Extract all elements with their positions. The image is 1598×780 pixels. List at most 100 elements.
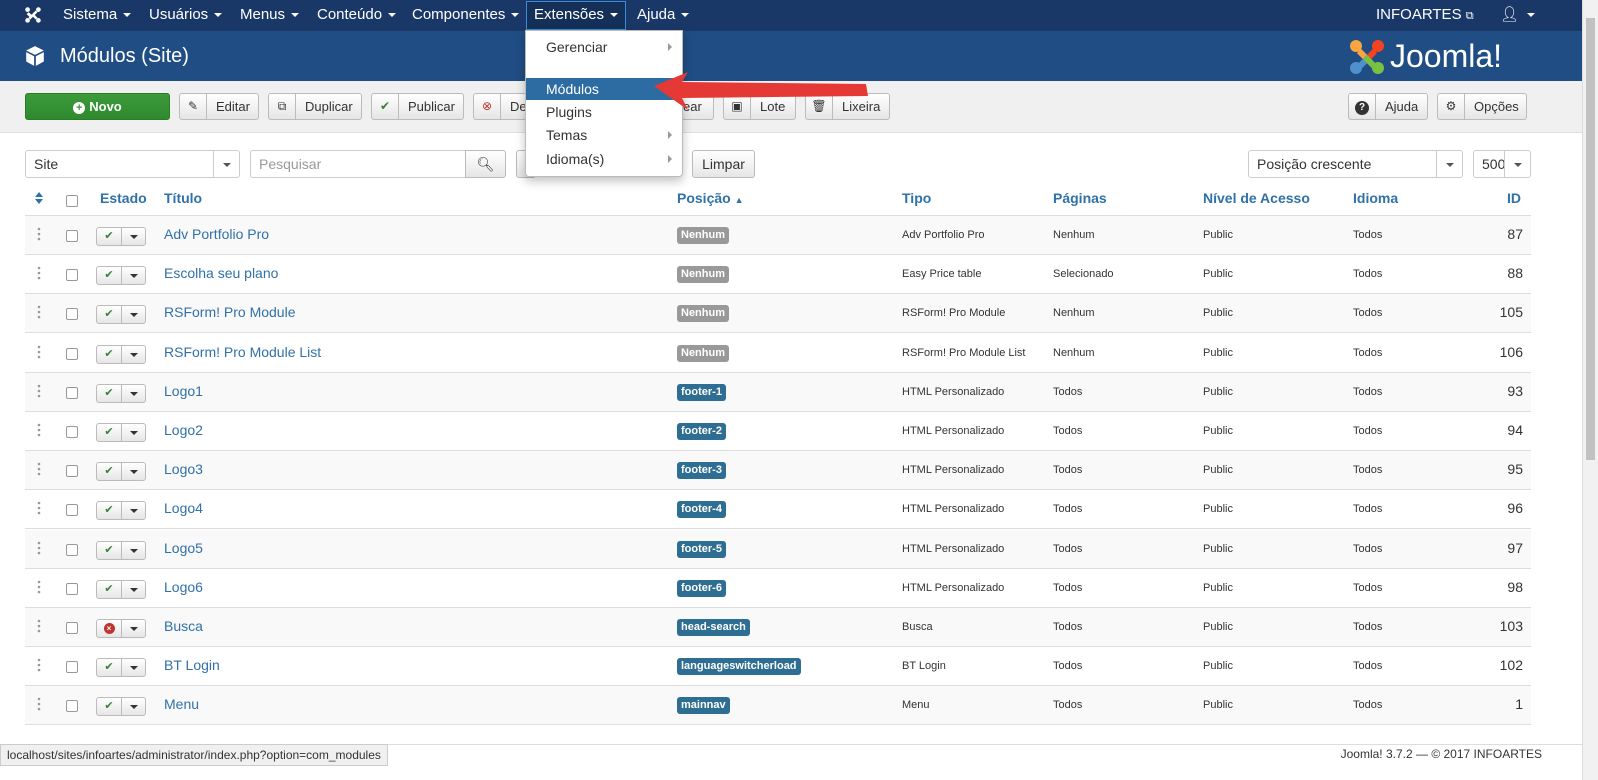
state-toggle[interactable]: ✔	[96, 658, 146, 677]
state-toggle[interactable]: ✔	[96, 266, 146, 285]
vertical-scrollbar[interactable]	[1582, 0, 1598, 780]
state-toggle[interactable]: ✔	[96, 384, 146, 403]
published-check-icon[interactable]: ✔	[97, 346, 122, 363]
caret-down-icon[interactable]	[122, 306, 145, 323]
state-toggle[interactable]: ✔	[96, 541, 146, 560]
row-checkbox[interactable]	[66, 308, 78, 320]
help-button[interactable]: ? Ajuda	[1348, 93, 1428, 120]
caret-down-icon[interactable]	[122, 620, 145, 637]
menu-item-idiomas[interactable]: Idioma(s)	[526, 148, 682, 170]
published-check-icon[interactable]: ✔	[97, 581, 122, 598]
published-check-icon[interactable]: ✔	[97, 698, 122, 715]
select-all-checkbox[interactable]	[66, 195, 78, 207]
module-title-link[interactable]: Menu	[164, 696, 199, 712]
module-title-link[interactable]: Escolha seu plano	[164, 265, 278, 281]
caret-down-icon[interactable]	[122, 659, 145, 676]
drag-handle-icon[interactable]	[37, 697, 43, 713]
row-checkbox[interactable]	[66, 544, 78, 556]
header-access[interactable]: Nível de Acesso	[1203, 190, 1310, 206]
drag-handle-icon[interactable]	[37, 384, 43, 400]
row-checkbox[interactable]	[66, 348, 78, 360]
nav-menus[interactable]: Menus	[240, 0, 300, 31]
menu-item-gerenciar[interactable]: Gerenciar	[526, 36, 682, 58]
new-button[interactable]: + Novo	[25, 93, 170, 120]
state-toggle[interactable]: ✔	[96, 305, 146, 324]
caret-down-icon[interactable]	[122, 385, 145, 402]
options-button[interactable]: ⚙ Opções	[1437, 93, 1527, 120]
drag-handle-icon[interactable]	[37, 462, 43, 478]
drag-handle-icon[interactable]	[37, 305, 43, 321]
drag-handle-icon[interactable]	[37, 423, 43, 439]
published-check-icon[interactable]: ✔	[97, 424, 122, 441]
state-toggle[interactable]: ✔	[96, 501, 146, 520]
header-id[interactable]: ID	[1507, 190, 1521, 206]
published-check-icon[interactable]: ✔	[97, 385, 122, 402]
row-checkbox[interactable]	[66, 426, 78, 438]
drag-handle-icon[interactable]	[37, 501, 43, 517]
header-type[interactable]: Tipo	[902, 190, 931, 206]
published-check-icon[interactable]: ✔	[97, 306, 122, 323]
search-button[interactable]: 🔍︎	[465, 150, 506, 178]
published-check-icon[interactable]: ✔	[97, 502, 122, 519]
state-toggle[interactable]: ×	[96, 619, 146, 638]
module-title-link[interactable]: Logo4	[164, 500, 203, 516]
sort-icon[interactable]	[34, 191, 44, 207]
menu-item-temas[interactable]: Temas	[526, 124, 682, 146]
edit-button[interactable]: ✎ Editar	[179, 93, 259, 120]
publish-button[interactable]: ✔ Publicar	[371, 93, 464, 120]
header-position[interactable]: Posição ▲	[677, 190, 744, 206]
caret-down-icon[interactable]	[122, 698, 145, 715]
drag-handle-icon[interactable]	[37, 227, 43, 243]
module-title-link[interactable]: Logo3	[164, 461, 203, 477]
site-link[interactable]: INFOARTES ⧉	[1376, 0, 1474, 31]
row-checkbox[interactable]	[66, 387, 78, 399]
module-title-link[interactable]: Logo6	[164, 579, 203, 595]
caret-down-icon[interactable]	[122, 542, 145, 559]
header-language[interactable]: Idioma	[1353, 190, 1398, 206]
nav-extensoes[interactable]: Extensões	[526, 1, 627, 30]
client-select[interactable]: Site	[25, 150, 240, 178]
header-state[interactable]: Estado	[100, 190, 147, 206]
drag-handle-icon[interactable]	[37, 266, 43, 282]
module-title-link[interactable]: RSForm! Pro Module List	[164, 344, 321, 360]
state-toggle[interactable]: ✔	[96, 580, 146, 599]
ordering-select[interactable]: Posição crescente	[1248, 150, 1463, 178]
drag-handle-icon[interactable]	[37, 345, 43, 361]
unpublish-button[interactable]: ⊗ De	[473, 93, 533, 120]
joomla-logo-icon[interactable]	[24, 6, 42, 24]
nav-usuarios[interactable]: Usuários	[149, 0, 223, 31]
state-toggle[interactable]: ✔	[96, 423, 146, 442]
user-menu[interactable]: 👤︎	[1500, 0, 1536, 31]
clear-button[interactable]: Limpar	[692, 150, 755, 178]
limit-select[interactable]: 500	[1473, 150, 1531, 178]
module-title-link[interactable]: BT Login	[164, 657, 220, 673]
scrollbar-thumb[interactable]	[1586, 18, 1595, 460]
row-checkbox[interactable]	[66, 504, 78, 516]
state-toggle[interactable]: ✔	[96, 345, 146, 364]
drag-handle-icon[interactable]	[37, 658, 43, 674]
search-input[interactable]: Pesquisar	[250, 150, 466, 178]
row-checkbox[interactable]	[66, 661, 78, 673]
module-title-link[interactable]: RSForm! Pro Module	[164, 304, 295, 320]
module-title-link[interactable]: Logo1	[164, 383, 203, 399]
published-check-icon[interactable]: ✔	[97, 228, 122, 245]
nav-componentes[interactable]: Componentes	[412, 0, 520, 31]
caret-down-icon[interactable]	[122, 424, 145, 441]
caret-down-icon[interactable]	[122, 581, 145, 598]
published-check-icon[interactable]: ✔	[97, 463, 122, 480]
module-title-link[interactable]: Busca	[164, 618, 203, 634]
published-check-icon[interactable]: ✔	[97, 267, 122, 284]
nav-sistema[interactable]: Sistema	[63, 0, 132, 31]
row-checkbox[interactable]	[66, 230, 78, 242]
header-pages[interactable]: Páginas	[1053, 190, 1107, 206]
drag-handle-icon[interactable]	[37, 541, 43, 557]
state-toggle[interactable]: ✔	[96, 462, 146, 481]
published-check-icon[interactable]: ✔	[97, 659, 122, 676]
row-checkbox[interactable]	[66, 583, 78, 595]
drag-handle-icon[interactable]	[37, 619, 43, 635]
duplicate-button[interactable]: ⧉ Duplicar	[268, 93, 362, 120]
caret-down-icon[interactable]	[122, 267, 145, 284]
row-checkbox[interactable]	[66, 622, 78, 634]
drag-handle-icon[interactable]	[37, 580, 43, 596]
nav-conteudo[interactable]: Conteúdo	[317, 0, 397, 31]
